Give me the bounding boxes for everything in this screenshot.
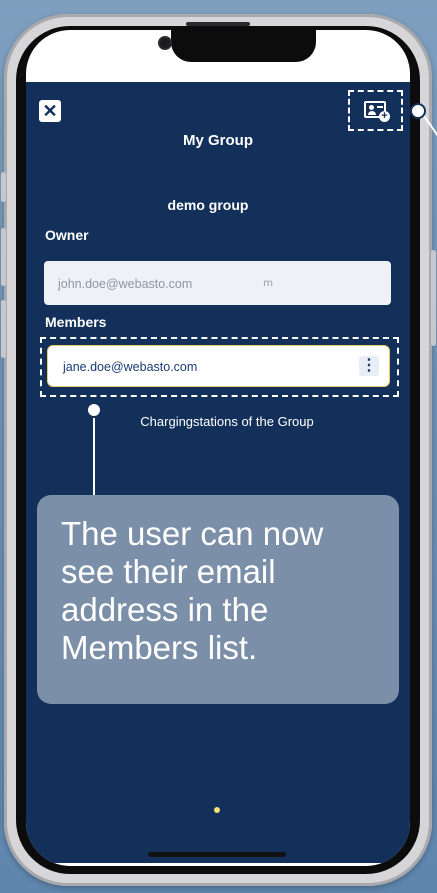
list-item[interactable]: jane.doe@webasto.com ⋮ [47,345,390,387]
page-title: My Group [183,132,253,149]
notch [171,30,316,62]
annotation-text: The user can now see their email address… [61,515,324,666]
volume-up-button [1,228,6,286]
volume-down-button [1,300,6,358]
close-icon: ✕ [42,101,58,121]
close-button[interactable]: ✕ [39,100,61,122]
owner-label: Owner [45,227,89,243]
home-indicator[interactable] [148,852,286,857]
owner-email: john.doe@webasto.com [58,277,193,291]
add-member-button[interactable]: + [348,90,403,131]
stations-heading: Chargingstations of the Group [140,414,314,429]
page-indicator-dot [214,807,220,813]
phone-screen [26,30,410,866]
callout-marker-top [410,103,426,119]
speaker-grille [186,22,250,26]
owner-email-field: john.doe@webasto.com ՠ [44,261,391,305]
owner-extra-mark: ՠ [263,277,274,289]
members-label: Members [45,314,107,330]
member-email: jane.doe@webasto.com [63,360,198,374]
callout-marker-mid [86,402,102,418]
callout-connector-mid [93,416,95,496]
power-button [431,250,436,346]
group-name: demo group [167,197,249,213]
mute-switch [1,172,6,202]
add-member-icon: + [364,101,390,122]
camera-icon [160,38,170,48]
annotation-box: The user can now see their email address… [37,495,399,704]
more-vertical-icon[interactable]: ⋮ [359,356,379,376]
